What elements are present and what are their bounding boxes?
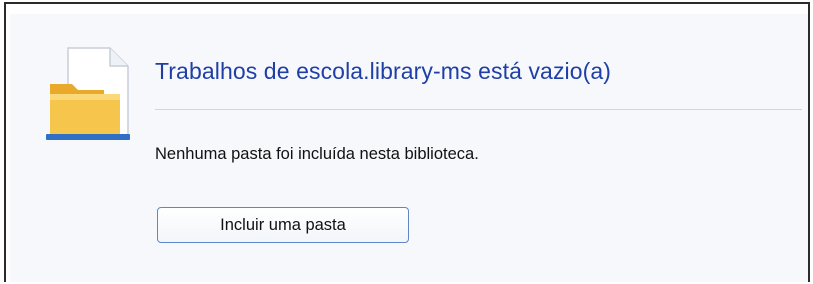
empty-library-window: Trabalhos de escola.library-ms está vazi…	[4, 2, 810, 282]
title-divider	[155, 109, 802, 110]
folder-with-document-icon	[46, 47, 130, 140]
empty-library-message: Nenhuma pasta foi incluída nesta bibliot…	[155, 145, 479, 163]
include-folder-button[interactable]: Incluir uma pasta	[157, 207, 409, 243]
page-title: Trabalhos de escola.library-ms está vazi…	[155, 58, 612, 84]
empty-library-panel: Trabalhos de escola.library-ms está vazi…	[10, 14, 808, 282]
